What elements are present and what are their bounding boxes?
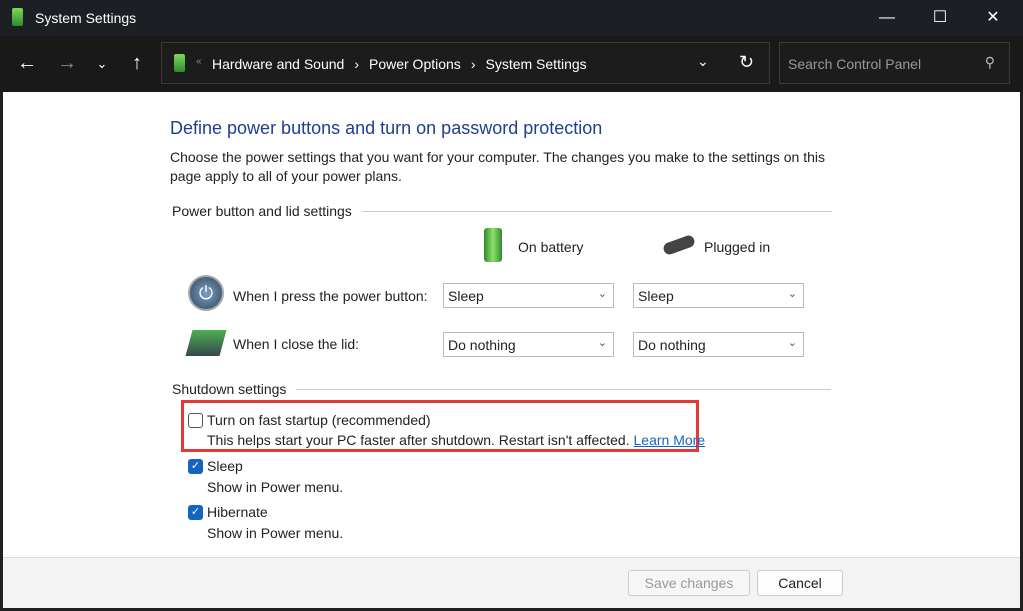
learn-more-link[interactable]: Learn More	[634, 432, 706, 448]
search-icon[interactable]: ⚲	[985, 54, 995, 71]
hibernate-checkbox[interactable]: ✓	[188, 505, 203, 520]
page-description: Choose the power settings that you want …	[170, 149, 826, 184]
shutdown-section-header: Shutdown settings	[172, 381, 832, 397]
power-button-plugged-select[interactable]: Sleep ⌄	[633, 283, 804, 308]
cancel-button[interactable]: Cancel	[757, 570, 843, 596]
title-bar: System Settings — ☐ ✕	[0, 0, 1023, 36]
breadcrumb-power-options[interactable]: Power Options	[369, 56, 461, 72]
close-lid-label: When I close the lid:	[233, 336, 360, 352]
power-button-label: When I press the power button:	[233, 288, 428, 304]
recent-dropdown-icon[interactable]: ⌄	[90, 56, 114, 72]
sleep-checkbox[interactable]: ✓	[188, 459, 203, 474]
address-dropdown-icon[interactable]: ⌄	[697, 53, 709, 70]
page-title: Define power buttons and turn on passwor…	[170, 118, 603, 138]
lid-plugged-select[interactable]: Do nothing ⌄	[633, 332, 804, 357]
laptop-lid-icon	[185, 330, 227, 356]
save-changes-button[interactable]: Save changes	[628, 570, 750, 596]
forward-icon[interactable]: →	[55, 52, 79, 75]
fast-startup-desc: This helps start your PC faster after sh…	[207, 432, 706, 448]
fast-startup-label: Turn on fast startup (recommended)	[207, 412, 431, 428]
overflow-icon[interactable]: «	[196, 56, 202, 67]
minimize-button[interactable]: —	[864, 4, 910, 32]
up-icon[interactable]: ↑	[125, 52, 149, 75]
close-button[interactable]: ✕	[970, 4, 1016, 32]
sleep-desc: Show in Power menu.	[207, 479, 344, 495]
power-icon: ⏻	[188, 275, 224, 311]
power-button-battery-select[interactable]: Sleep ⌄	[443, 283, 614, 308]
maximize-button[interactable]: ☐	[917, 4, 963, 32]
hibernate-desc: Show in Power menu.	[207, 525, 344, 541]
address-bar[interactable]: « Hardware and Sound › Power Options › Sys…	[161, 42, 770, 84]
refresh-icon[interactable]: ↻	[739, 52, 754, 73]
lid-battery-select[interactable]: Do nothing ⌄	[443, 332, 614, 357]
breadcrumb-hardware[interactable]: Hardware and Sound	[212, 56, 344, 72]
battery-app-icon	[12, 8, 23, 26]
content: Define power buttons and turn on passwor…	[3, 92, 1020, 608]
battery-icon	[484, 228, 502, 262]
plug-icon	[661, 233, 697, 257]
hibernate-label: Hibernate	[207, 504, 268, 520]
battery-icon	[174, 54, 185, 72]
search-placeholder: Search Control Panel	[788, 56, 922, 72]
sleep-label: Sleep	[207, 458, 243, 474]
fast-startup-checkbox[interactable]	[188, 413, 203, 428]
back-icon[interactable]: ←	[15, 52, 39, 75]
search-input[interactable]: Search Control Panel ⚲	[779, 42, 1010, 84]
footer: Save changes Cancel	[3, 557, 1020, 608]
col-battery: On battery	[518, 239, 584, 255]
window-title: System Settings	[35, 10, 137, 26]
power-section-header: Power button and lid settings	[172, 203, 832, 219]
col-plugged: Plugged in	[704, 239, 771, 255]
breadcrumb-system-settings[interactable]: System Settings	[485, 56, 586, 72]
